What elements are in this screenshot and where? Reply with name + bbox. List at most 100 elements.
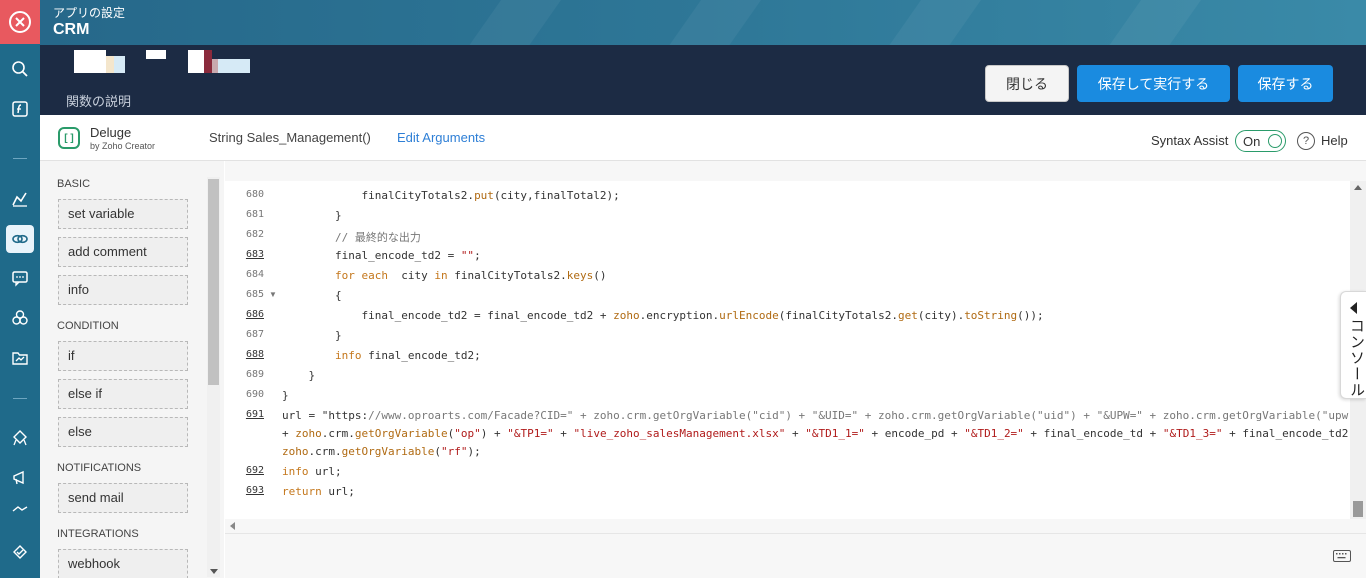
- deluge-product-by: by Zoho Creator: [90, 141, 156, 151]
- help-link[interactable]: Help: [1321, 133, 1348, 148]
- code-line[interactable]: return url;: [282, 485, 355, 498]
- line-gutter: 680 681 682 683 684 685 ▼ 686 687 688 68…: [225, 181, 277, 519]
- help-icon[interactable]: ?: [1297, 132, 1315, 150]
- line-number: 681: [245, 209, 264, 220]
- snippet-else[interactable]: else: [58, 417, 188, 447]
- line-number: 691: [245, 409, 264, 420]
- console-tab[interactable]: コンソール: [1340, 291, 1366, 399]
- syntax-assist-state: On: [1243, 134, 1261, 149]
- app-banner: アプリの設定 CRM: [40, 0, 1366, 45]
- close-button[interactable]: 閉じる: [985, 65, 1069, 102]
- keyboard-icon[interactable]: [1333, 550, 1351, 562]
- line-number: 693: [245, 485, 264, 496]
- function-signature: String Sales_Management(): [209, 130, 371, 145]
- snippet-else-if[interactable]: else if: [58, 379, 188, 409]
- snippet-webhook[interactable]: webhook: [58, 549, 188, 578]
- expand-left-icon: [1350, 302, 1357, 314]
- code-editor[interactable]: 680 681 682 683 684 685 ▼ 686 687 688 68…: [225, 181, 1350, 519]
- code-line[interactable]: info final_encode_td2;: [282, 349, 481, 362]
- function-name-redacted[interactable]: [74, 50, 250, 73]
- function-icon[interactable]: [6, 95, 34, 123]
- line-number: 687: [245, 329, 264, 340]
- banner-decoration: [637, 0, 783, 45]
- rail-divider: [13, 158, 27, 159]
- code-line[interactable]: final_encode_td2 = final_encode_td2 + zo…: [282, 309, 1043, 322]
- close-app-button[interactable]: [0, 0, 40, 44]
- snippet-if[interactable]: if: [58, 341, 188, 371]
- code-line[interactable]: finalCityTotals2.put(city,finalTotal2);: [282, 189, 619, 202]
- code-line[interactable]: url = "https://www.oproarts.com/Facade?C…: [282, 409, 1350, 422]
- save-and-run-button[interactable]: 保存して実行する: [1077, 65, 1230, 102]
- syntax-assist-toggle[interactable]: On: [1235, 130, 1286, 152]
- line-number: 690: [245, 389, 264, 400]
- line-number: 692: [245, 465, 264, 476]
- editor-status-bar: [225, 533, 1366, 578]
- settings-subtitle: アプリの設定: [53, 6, 126, 20]
- function-header: 関数の説明 閉じる 保存して実行する 保存する: [40, 45, 1366, 115]
- line-number: 688: [245, 349, 264, 360]
- reports-icon[interactable]: [6, 344, 34, 372]
- code-line[interactable]: info url;: [282, 465, 342, 478]
- code-line[interactable]: {: [282, 289, 342, 302]
- console-tab-label: コンソール: [1348, 318, 1365, 398]
- save-button[interactable]: 保存する: [1238, 65, 1333, 102]
- code-line[interactable]: }: [282, 329, 342, 342]
- deluge-logo-icon: [ ]: [58, 127, 80, 149]
- rail-divider: [13, 398, 27, 399]
- close-icon: [9, 11, 31, 33]
- code-line[interactable]: final_encode_td2 = "";: [282, 249, 481, 262]
- code-line[interactable]: // 最終的な出力: [282, 229, 421, 245]
- scroll-up-icon[interactable]: [1354, 185, 1362, 190]
- line-number: 685: [245, 289, 264, 300]
- scrollbar-thumb[interactable]: [1353, 501, 1363, 517]
- code-line[interactable]: + zoho.crm.getOrgVariable("op") + "&TP1=…: [282, 427, 1350, 440]
- snippet-send-mail[interactable]: send mail: [58, 483, 188, 513]
- code-line[interactable]: }: [282, 389, 289, 402]
- line-number: 682: [245, 229, 264, 240]
- section-title-notifications: NOTIFICATIONS: [57, 462, 142, 474]
- snippet-add-comment[interactable]: add comment: [58, 237, 188, 267]
- toggle-knob: [1268, 134, 1282, 148]
- search-icon[interactable]: [6, 55, 34, 83]
- code-line[interactable]: zoho.crm.getOrgVariable("rf");: [282, 445, 481, 458]
- snippet-panel: BASIC set variable add comment info COND…: [40, 161, 224, 578]
- snippet-info[interactable]: info: [58, 275, 188, 305]
- edit-arguments-link[interactable]: Edit Arguments: [397, 130, 485, 145]
- campaign-icon[interactable]: [6, 464, 34, 492]
- fold-arrow-icon[interactable]: ▼: [269, 290, 277, 299]
- modules-icon[interactable]: [6, 304, 34, 332]
- analytics-icon[interactable]: [6, 185, 34, 213]
- function-description-label[interactable]: 関数の説明: [66, 91, 131, 110]
- code-area: 680 681 682 683 684 685 ▼ 686 687 688 68…: [225, 161, 1366, 578]
- scroll-down-icon[interactable]: [210, 569, 218, 574]
- checklist-icon[interactable]: [6, 538, 34, 566]
- syntax-assist-label: Syntax Assist: [1151, 133, 1229, 148]
- banner-decoration: [857, 0, 1003, 45]
- code-line[interactable]: }: [282, 369, 315, 382]
- app-root: アプリの設定 CRM 関数の説明 閉じる 保存して実行する 保存する [ ] D…: [0, 0, 1366, 578]
- snippet-scrollbar[interactable]: [207, 177, 220, 577]
- code-line[interactable]: }: [282, 209, 342, 222]
- chat-icon[interactable]: [6, 264, 34, 292]
- editor-horizontal-scrollbar[interactable]: [225, 519, 1350, 533]
- code-line[interactable]: for each city in finalCityTotals2.keys(): [282, 269, 607, 282]
- handshake-icon[interactable]: [6, 505, 34, 519]
- line-number: 686: [245, 309, 264, 320]
- section-title-basic: BASIC: [57, 178, 91, 190]
- line-number: 684: [245, 269, 264, 280]
- line-number: 680: [245, 189, 264, 200]
- app-title: CRM: [53, 21, 90, 38]
- banner-decoration: [1077, 0, 1223, 45]
- banner-decoration: [437, 0, 583, 45]
- deluge-product-name: Deluge: [90, 125, 132, 140]
- editor-toolbar: [ ] Deluge by Zoho Creator String Sales_…: [40, 115, 1366, 161]
- workflow-icon[interactable]: [6, 424, 34, 452]
- scrollbar-thumb[interactable]: [208, 179, 219, 385]
- left-rail: [0, 0, 40, 578]
- section-title-condition: CONDITION: [57, 320, 119, 332]
- link-icon[interactable]: [6, 225, 34, 253]
- snippet-set-variable[interactable]: set variable: [58, 199, 188, 229]
- line-number: 683: [245, 249, 264, 260]
- scroll-left-icon[interactable]: [230, 522, 235, 530]
- section-title-integrations: INTEGRATIONS: [57, 528, 139, 540]
